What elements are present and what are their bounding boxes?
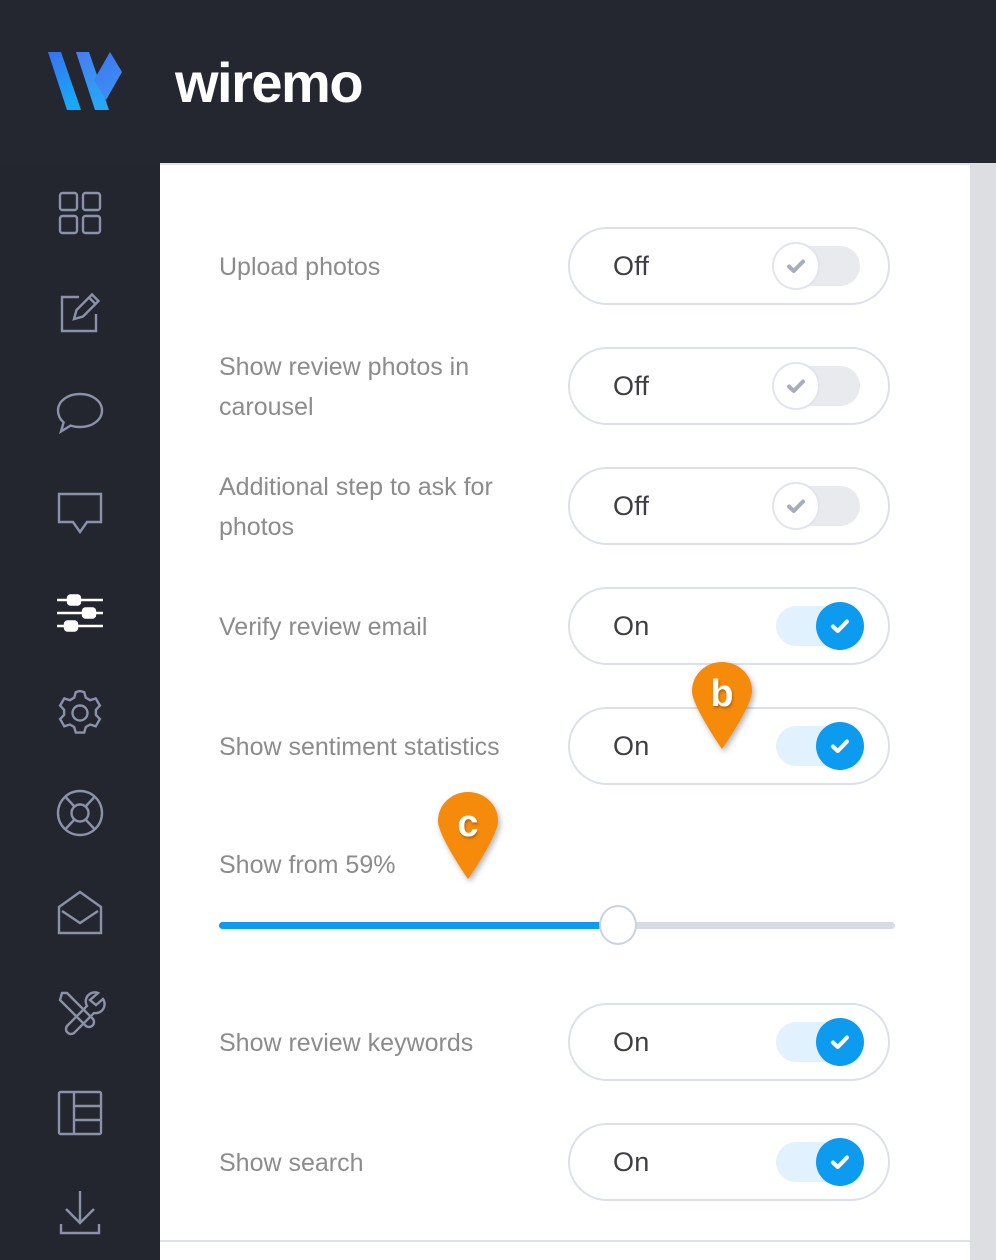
toggle-switch[interactable] <box>776 722 864 770</box>
show-review-photos-toggle[interactable]: Off <box>568 347 890 425</box>
switch-knob <box>816 602 864 650</box>
speech-banner-icon <box>57 492 103 535</box>
toggle-switch[interactable] <box>776 602 864 650</box>
switch-knob <box>772 242 820 290</box>
toggle-switch[interactable] <box>772 482 860 530</box>
sidebar-item-preferences[interactable] <box>0 663 160 763</box>
wiremo-w-logo-icon[interactable] <box>36 48 122 118</box>
setting-row-upload-photos: Upload photos Off <box>160 227 970 307</box>
toggle-switch[interactable] <box>772 242 860 290</box>
setting-label: Show sentiment statistics <box>219 733 500 761</box>
check-icon <box>787 499 805 513</box>
sidebar-item-tools[interactable] <box>0 963 160 1063</box>
switch-knob <box>816 1018 864 1066</box>
toggle-switch[interactable] <box>776 1138 864 1186</box>
chat-bubble-icon <box>56 392 104 435</box>
scroll-gutter[interactable] <box>970 163 996 1260</box>
setting-row-show-search: Show search On <box>160 1123 970 1203</box>
sidebar-nav <box>0 163 160 1260</box>
switch-knob <box>772 482 820 530</box>
setting-row-show-review-photos: Show review photos in carousel Off <box>160 347 970 427</box>
setting-label: Verify review email <box>219 613 428 641</box>
map-pin-icon <box>692 662 752 749</box>
check-icon <box>831 1035 849 1049</box>
sidebar-item-compose[interactable] <box>0 263 160 363</box>
check-icon <box>831 619 849 633</box>
layout-columns-icon <box>57 1090 103 1136</box>
toggle-state-label: Off <box>613 370 650 401</box>
setting-label: Show search <box>219 1149 364 1177</box>
sidebar-item-settings-sliders[interactable] <box>0 563 160 663</box>
annotation-marker-c: c <box>434 790 502 880</box>
check-icon <box>831 739 849 753</box>
setting-row-show-sentiment-statistics: Show sentiment statistics On <box>160 707 970 787</box>
show-search-toggle[interactable]: On <box>568 1123 890 1201</box>
slider-fill <box>219 922 618 929</box>
setting-label: Show review keywords <box>219 1029 474 1057</box>
switch-knob <box>816 1138 864 1186</box>
sidebar-item-chat[interactable] <box>0 363 160 463</box>
check-icon <box>787 259 805 273</box>
toggle-switch[interactable] <box>776 1018 864 1066</box>
slider-value-label: Show from 59% <box>219 851 396 879</box>
toggle-state-label: On <box>613 730 650 761</box>
sidebar-item-layout[interactable] <box>0 1063 160 1163</box>
sidebar-item-support[interactable] <box>0 763 160 863</box>
download-icon <box>59 1191 101 1235</box>
switch-knob <box>772 362 820 410</box>
toggle-switch[interactable] <box>772 362 860 410</box>
show-review-keywords-toggle[interactable]: On <box>568 1003 890 1081</box>
show-from-threshold-slider[interactable] <box>219 905 895 945</box>
sidebar-item-dashboard[interactable] <box>0 163 160 263</box>
upload-photos-toggle[interactable]: Off <box>568 227 890 305</box>
check-icon <box>831 1155 849 1169</box>
check-icon <box>787 379 805 393</box>
panel-bottom-divider <box>160 1240 970 1242</box>
setting-row-verify-review-email: Verify review email On <box>160 587 970 667</box>
toggle-state-label: On <box>613 610 650 641</box>
annotation-marker-b: b <box>688 660 756 750</box>
edit-compose-icon <box>60 292 101 333</box>
sidebar-item-widget[interactable] <box>0 463 160 563</box>
lifebuoy-icon <box>56 789 104 837</box>
setting-row-show-review-keywords: Show review keywords On <box>160 1003 970 1083</box>
sliders-icon <box>57 594 103 632</box>
toggle-state-label: Off <box>613 250 650 281</box>
sidebar-item-inbox[interactable] <box>0 863 160 963</box>
brand-title: wiremo <box>175 51 364 114</box>
toggle-state-label: Off <box>613 490 650 521</box>
additional-step-photos-toggle[interactable]: Off <box>568 467 890 545</box>
sidebar-item-download[interactable] <box>0 1163 160 1260</box>
app-window: wiremo Upload photos Off Show review pho… <box>0 0 996 1260</box>
toggle-state-label: On <box>613 1146 650 1177</box>
setting-label: Additional step to ask for photos <box>219 473 493 541</box>
setting-label: Show review photos in carousel <box>219 353 470 421</box>
verify-review-email-toggle[interactable]: On <box>568 587 890 665</box>
toggle-state-label: On <box>613 1026 650 1057</box>
switch-knob <box>816 722 864 770</box>
grid-dashboard-icon <box>58 191 102 235</box>
settings-panel: Upload photos Off Show review photos in … <box>160 163 970 1260</box>
tools-wrench-screwdriver-icon <box>58 991 106 1036</box>
slider-handle[interactable] <box>598 905 637 945</box>
envelope-open-icon <box>57 890 103 935</box>
map-pin-icon <box>438 792 498 879</box>
setting-row-additional-step-photos: Additional step to ask for photos Off <box>160 467 970 547</box>
gear-icon <box>58 689 102 734</box>
setting-row-show-from-threshold: Show from 59% <box>160 845 970 965</box>
app-header: wiremo <box>0 0 996 163</box>
setting-label: Upload photos <box>219 253 381 281</box>
